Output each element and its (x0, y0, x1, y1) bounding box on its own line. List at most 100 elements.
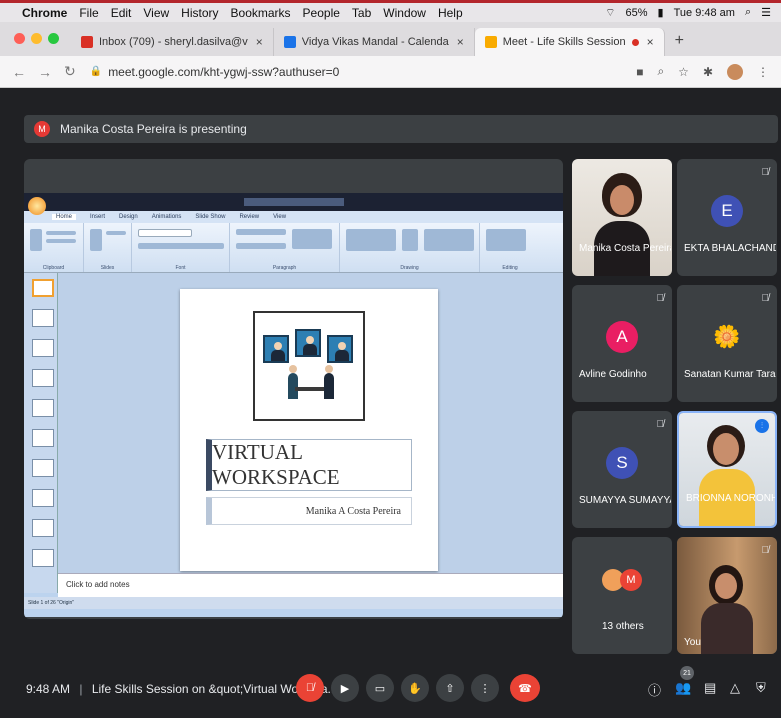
separator: | (79, 682, 83, 696)
menu-help[interactable]: Help (438, 6, 463, 20)
participant-avatar: M (620, 569, 642, 591)
bookmark-star-icon[interactable]: ☆ (678, 65, 689, 79)
battery-icon[interactable]: ▮ (658, 6, 664, 19)
participant-tile[interactable]: 🎙̸ S SUMAYYA SUMAYYA (572, 411, 672, 528)
tab-title: Vidya Vikas Mandal - Calenda (301, 36, 449, 48)
spotlight-icon[interactable]: ⌕ (745, 6, 751, 19)
participant-tile-speaking[interactable]: ⫶ BRIONNA NORONHA (677, 411, 777, 528)
tab-title: Meet - Life Skills Session (502, 36, 626, 48)
slide-subtitle: Manika A Costa Pereira (206, 497, 412, 525)
ribbon-group-label: Editing (502, 265, 518, 271)
virtual-meeting-illustration (253, 311, 365, 421)
close-tab-icon[interactable]: × (457, 35, 464, 49)
mic-muted-icon: 🎙̸ (761, 545, 770, 556)
ribbon-group-label: Paragraph (272, 265, 297, 271)
tab-meet[interactable]: Meet - Life Skills Session × (474, 28, 665, 56)
participant-tile[interactable]: 🎙̸ 🌼 Sanatan Kumar Tarai (677, 285, 777, 402)
battery-percent: 65% (625, 6, 648, 19)
ribbon-group-clipboard: Clipboard (24, 223, 84, 272)
close-tab-icon[interactable]: × (647, 35, 654, 49)
raise-hand-button[interactable]: ✋ (401, 674, 429, 702)
slide-thumbnail (32, 399, 54, 417)
zoom-icon[interactable]: ⌕ (657, 64, 664, 79)
forward-icon[interactable]: → (38, 64, 52, 80)
clock[interactable]: Tue 9:48 am (674, 7, 735, 19)
captions-button[interactable]: ▭ (366, 674, 394, 702)
ribbon-tab-design: Design (119, 214, 138, 220)
extensions-icon[interactable]: ✱ (703, 65, 713, 79)
leave-call-button[interactable]: ☎ (510, 674, 540, 702)
back-icon[interactable]: ← (12, 64, 26, 80)
camera-toggle-button[interactable]: ▶ (331, 674, 359, 702)
participant-tile-self[interactable]: 🎙̸ You (677, 537, 777, 654)
participant-avatar: A (606, 321, 638, 353)
slide-thumbnail (32, 489, 54, 507)
menu-window[interactable]: Window (383, 6, 426, 20)
present-now-button[interactable]: ⇧ (436, 674, 464, 702)
video-screen-icon (263, 335, 289, 363)
browser-tab-strip: Inbox (709) - sheryl.dasilva@v × Vidya V… (0, 22, 781, 56)
meet-window: M Manika Costa Pereira is presenting Hom… (0, 89, 781, 718)
chat-icon[interactable]: ▤ (704, 680, 716, 696)
host-controls-icon[interactable]: ⛨ (756, 680, 766, 696)
menu-bookmarks[interactable]: Bookmarks (231, 6, 291, 20)
video-screen-icon (295, 329, 321, 357)
profile-avatar[interactable] (727, 63, 743, 80)
ribbon-tabs: Home Insert Design Animations Slide Show… (24, 211, 563, 223)
tab-title: Inbox (709) - sheryl.dasilva@v (99, 36, 248, 48)
ribbon-group-paragraph: Paragraph (230, 223, 340, 272)
menu-people[interactable]: People (303, 6, 340, 20)
minimize-window-button[interactable] (31, 33, 42, 44)
people-icon[interactable]: 👥 (675, 680, 691, 696)
activities-icon[interactable]: △ (730, 680, 740, 696)
current-slide: VIRTUAL WORKSPACE Manika A Costa Pereira (180, 289, 438, 571)
close-tab-icon[interactable]: × (256, 35, 263, 49)
menu-view[interactable]: View (143, 6, 169, 20)
menu-tab[interactable]: Tab (352, 6, 371, 20)
meeting-details-icon[interactable]: ⓘ (648, 680, 661, 699)
participant-tile[interactable]: Manika Costa Pereira (572, 159, 672, 276)
camera-in-use-icon[interactable]: ■ (636, 65, 643, 79)
ribbon-tab-view: View (273, 214, 287, 220)
menu-edit[interactable]: Edit (111, 6, 132, 20)
calendar-icon (283, 36, 296, 48)
lock-icon[interactable]: 🔒 (90, 66, 102, 77)
slide-thumbnails-pane (24, 273, 58, 593)
notes-pane: Click to add notes (58, 573, 563, 597)
notification-center-icon[interactable]: ☰ (761, 6, 771, 19)
participant-name: SUMAYYA SUMAYYA (579, 495, 671, 506)
address-bar: ← → ↻ 🔒 meet.google.com/kht-ygwj-ssw?aut… (0, 56, 781, 88)
more-menu-icon[interactable]: ⋮ (757, 65, 769, 79)
flower-avatar-icon: 🌼 (711, 321, 743, 353)
person-icon (324, 373, 334, 399)
zoom-window-button[interactable] (48, 33, 59, 44)
menu-app-name[interactable]: Chrome (22, 6, 67, 20)
mic-toggle-button[interactable]: 🎙̸ (296, 674, 324, 702)
participant-tile[interactable]: 🎙̸ E EKTA BHALACHAND... (677, 159, 777, 276)
participant-name: EKTA BHALACHAND... (684, 243, 776, 254)
slide-editing-area: VIRTUAL WORKSPACE Manika A Costa Pereira (58, 273, 563, 573)
speaking-indicator-icon: ⫶ (755, 419, 769, 433)
slide-thumbnail (32, 309, 54, 327)
more-options-button[interactable]: ⋮ (471, 674, 499, 702)
gmail-icon (81, 36, 93, 48)
person-icon (289, 365, 297, 373)
wifi-icon[interactable]: ⌔ (605, 6, 615, 20)
menu-file[interactable]: File (79, 6, 98, 20)
presentation-stage[interactable]: Home Insert Design Animations Slide Show… (24, 159, 563, 619)
slide-thumbnail (32, 279, 54, 297)
tab-gmail[interactable]: Inbox (709) - sheryl.dasilva@v × (71, 28, 274, 56)
menu-history[interactable]: History (181, 6, 218, 20)
ribbon: Clipboard Slides Font Paragraph Drawing … (24, 223, 563, 273)
new-tab-button[interactable]: + (665, 32, 694, 56)
meeting-time: 9:48 AM (26, 682, 71, 696)
tab-calendar[interactable]: Vidya Vikas Mandal - Calenda × (273, 28, 475, 56)
url-field[interactable]: meet.google.com/kht-ygwj-ssw?authuser=0 (108, 65, 339, 79)
ppt-status-bar: Slide 1 of 26 "Origin" (24, 597, 563, 609)
participant-tile[interactable]: M 13 others (572, 537, 672, 654)
participant-tile[interactable]: 🎙̸ A Avline Godinho (572, 285, 672, 402)
presenting-banner: M Manika Costa Pereira is presenting (24, 115, 778, 143)
ppt-window-title-block (243, 198, 344, 206)
reload-icon[interactable]: ↻ (64, 63, 76, 80)
close-window-button[interactable] (14, 33, 25, 44)
